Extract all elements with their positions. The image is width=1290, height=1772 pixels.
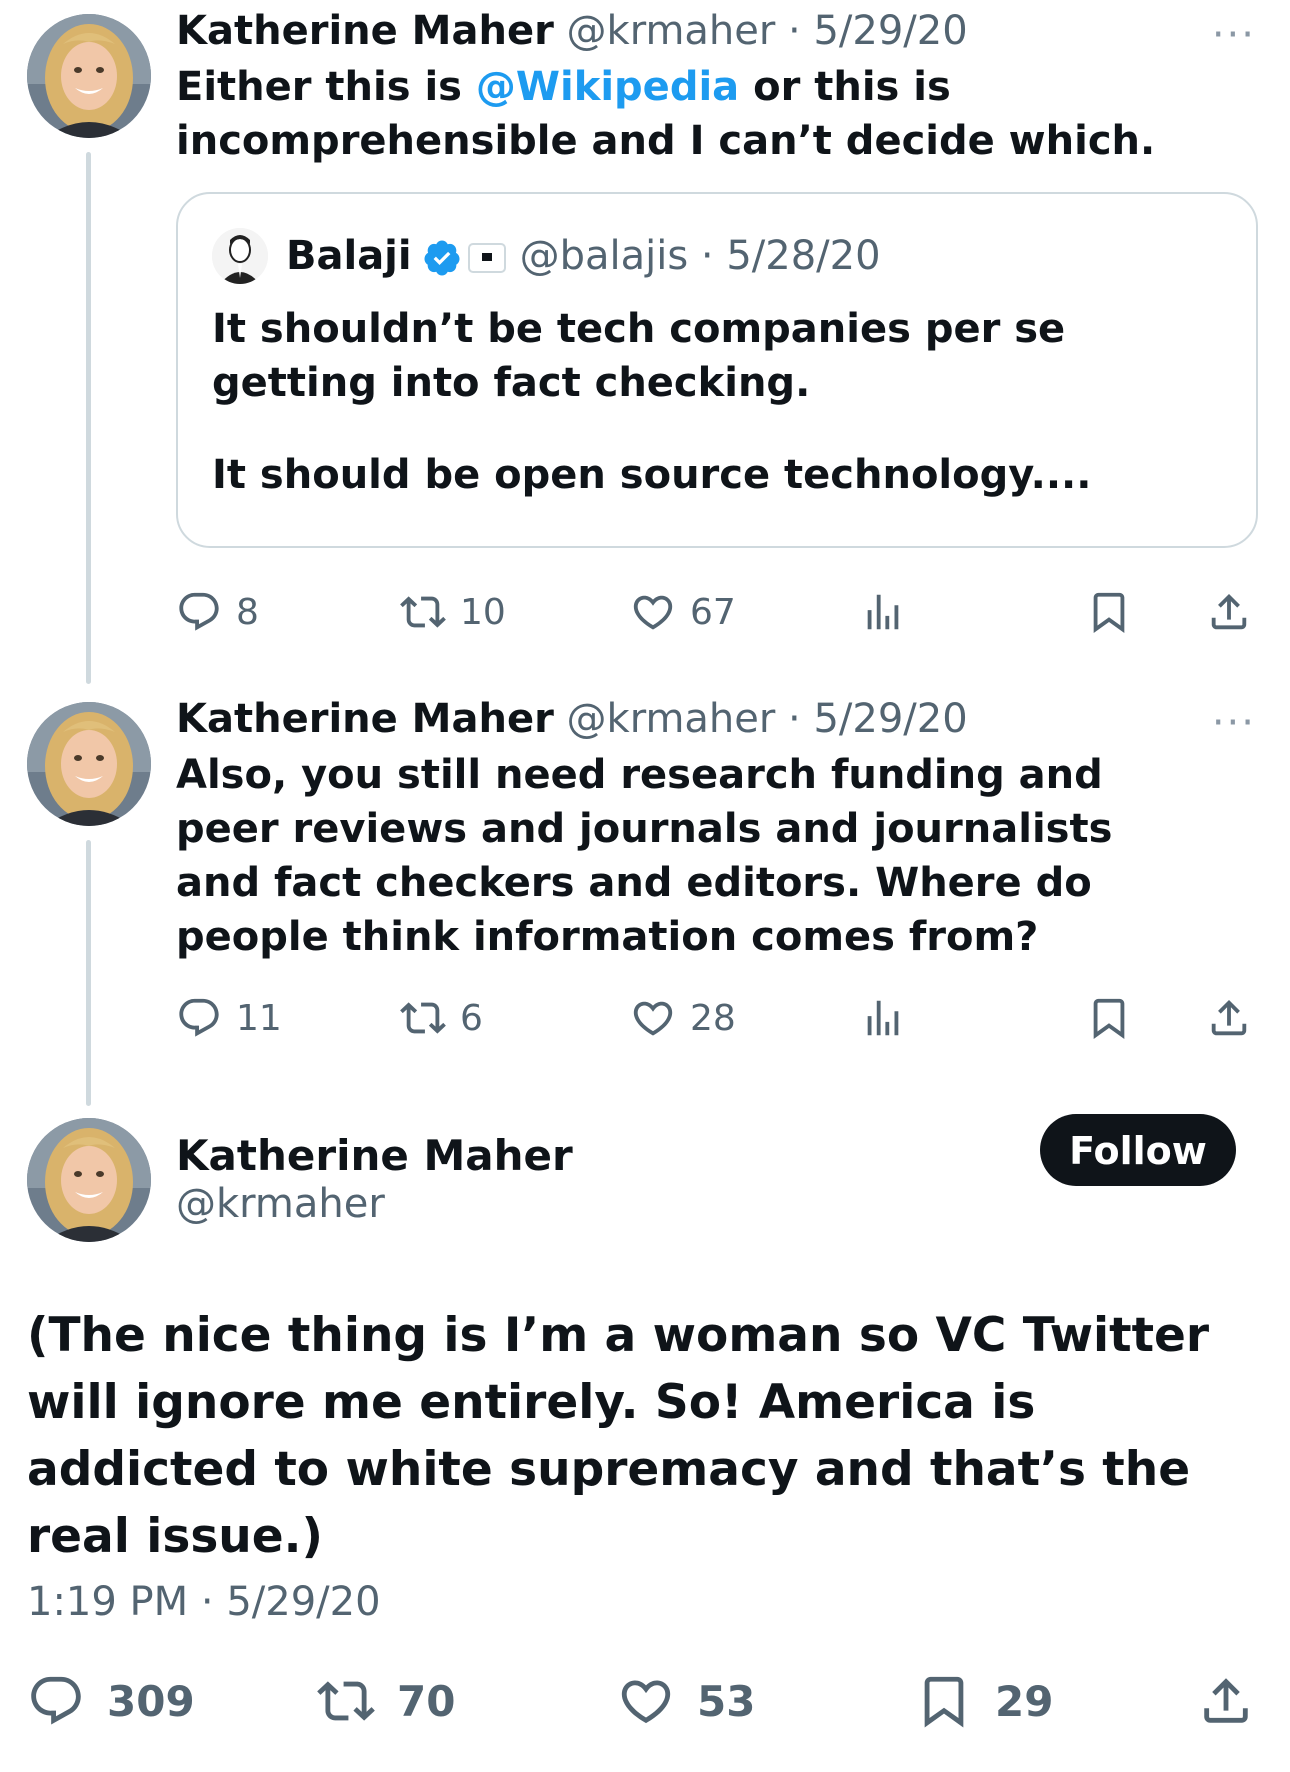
bookmark-count: 29 [995, 1676, 1054, 1726]
avatar-image [27, 14, 151, 138]
tweet-header: Katherine Maher @krmaher · 5/29/20 [176, 6, 968, 56]
reply-count: 11 [236, 997, 282, 1039]
quoted-paragraph: It should be open source technology.... [212, 452, 1092, 498]
tweet-actions: 8 10 67 [176, 582, 1266, 642]
quoted-avatar-image [212, 228, 268, 284]
separator: · [775, 8, 814, 54]
separator: · [775, 696, 814, 742]
like-button[interactable]: 28 [630, 988, 736, 1048]
reply-button[interactable]: 11 [176, 988, 282, 1048]
bookmark-icon [1086, 589, 1132, 635]
tweet-text: Also, you still need research funding an… [176, 752, 1113, 960]
thread-line [86, 152, 91, 684]
like-icon [630, 589, 676, 635]
mention-link[interactable]: @Wikipedia [476, 64, 739, 110]
like-icon [617, 1672, 675, 1730]
tweet-header: Katherine Maher @krmaher · 5/29/20 [176, 694, 968, 744]
more-options-icon[interactable]: ··· [1212, 15, 1256, 55]
quoted-header: Balaji @balajis · 5/28/20 [286, 228, 881, 284]
retweet-button[interactable]: 10 [400, 582, 506, 642]
share-icon [1206, 995, 1252, 1041]
share-icon [1197, 1672, 1255, 1730]
verified-badge-icon [424, 240, 460, 276]
retweet-button[interactable]: 6 [400, 988, 483, 1048]
reply-count: 309 [107, 1676, 195, 1726]
reply-icon [27, 1672, 85, 1730]
retweet-count: 70 [397, 1676, 456, 1726]
avatar[interactable] [27, 14, 151, 138]
quoted-tweet[interactable]: Balaji @balajis · 5/28/20 It shouldn’t be… [176, 192, 1258, 548]
more-options-icon[interactable]: ··· [1212, 703, 1256, 743]
share-button[interactable] [1206, 988, 1252, 1048]
quoted-date[interactable]: 5/28/20 [726, 233, 880, 279]
views-icon [860, 995, 906, 1041]
author-name[interactable]: Katherine Maher [176, 8, 554, 54]
tweet-date[interactable]: 5/29/20 [813, 696, 967, 742]
avatar-image [27, 1118, 151, 1242]
reply-button[interactable]: 309 [27, 1666, 195, 1736]
thread-line [86, 840, 91, 1106]
author-handle[interactable]: @krmaher [567, 8, 776, 54]
reply-button[interactable]: 8 [176, 582, 259, 642]
quoted-text: It shouldn’t be tech companies per se ge… [212, 302, 1212, 502]
views-icon [860, 589, 906, 635]
quoted-paragraph: It shouldn’t be tech companies per se ge… [212, 306, 1066, 406]
like-icon [630, 995, 676, 1041]
retweet-button[interactable]: 70 [317, 1666, 455, 1736]
tweet-date[interactable]: 5/29/20 [813, 8, 967, 54]
retweet-icon [400, 995, 446, 1041]
share-button[interactable] [1197, 1666, 1255, 1736]
reply-icon [176, 995, 222, 1041]
bookmark-button[interactable] [1086, 988, 1132, 1048]
tweet-actions: 309 70 53 29 [27, 1666, 1267, 1736]
bookmark-button[interactable]: 29 [915, 1666, 1053, 1736]
share-button[interactable] [1206, 582, 1252, 642]
avatar[interactable] [27, 1118, 151, 1242]
tweet-actions: 11 6 28 [176, 988, 1266, 1048]
like-count: 67 [690, 591, 736, 633]
tweet-text: Either this is @Wikipedia or this is inc… [176, 60, 1266, 168]
retweet-count: 10 [460, 591, 506, 633]
author-name[interactable]: Katherine Maher [176, 696, 554, 742]
flag-icon [467, 243, 506, 273]
retweet-icon [400, 589, 446, 635]
like-count: 28 [690, 997, 736, 1039]
tweet-text: (The nice thing is I’m a woman so VC Twi… [27, 1308, 1210, 1564]
views-button[interactable] [860, 988, 906, 1048]
quoted-author-name[interactable]: Balaji [286, 233, 412, 279]
retweet-count: 6 [460, 997, 483, 1039]
tweet-timestamp[interactable]: 1:19 PM · 5/29/20 [27, 1574, 381, 1630]
author-handle[interactable]: @krmaher [176, 1176, 385, 1232]
quoted-author-handle[interactable]: @balajis [520, 233, 689, 279]
retweet-icon [317, 1672, 375, 1730]
share-icon [1206, 589, 1252, 635]
views-button[interactable] [860, 582, 906, 642]
quoted-avatar[interactable] [212, 228, 268, 284]
bookmark-button[interactable] [1086, 582, 1132, 642]
tweet-text-pre: Either this is [176, 64, 476, 110]
follow-button[interactable]: Follow [1040, 1114, 1236, 1186]
avatar-image [27, 702, 151, 826]
like-button[interactable]: 53 [617, 1666, 755, 1736]
avatar[interactable] [27, 702, 151, 826]
like-button[interactable]: 67 [630, 582, 736, 642]
author-handle[interactable]: @krmaher [567, 696, 776, 742]
separator: · [688, 233, 727, 279]
bookmark-icon [1086, 995, 1132, 1041]
reply-icon [176, 589, 222, 635]
bookmark-icon [915, 1672, 973, 1730]
reply-count: 8 [236, 591, 259, 633]
like-count: 53 [697, 1676, 756, 1726]
